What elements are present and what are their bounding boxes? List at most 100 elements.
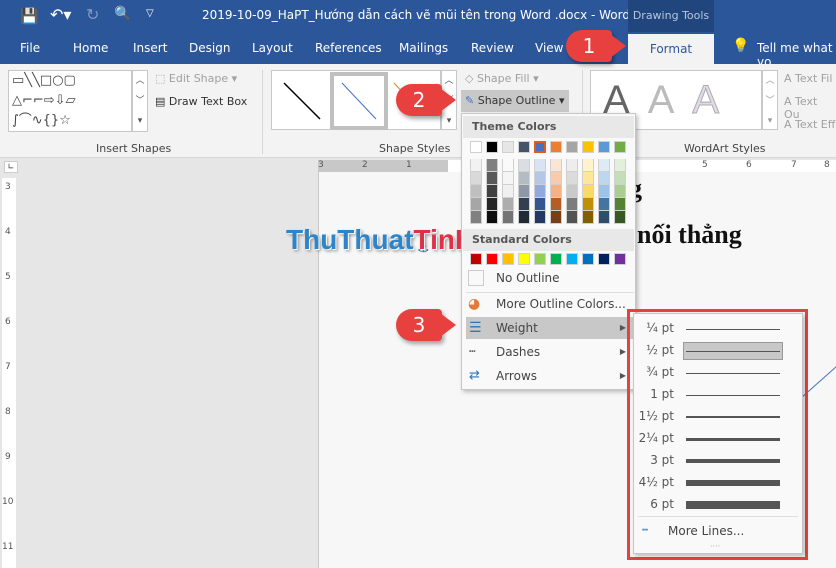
theme-shade-swatch[interactable]: [518, 185, 530, 198]
theme-shade-swatch[interactable]: [550, 159, 562, 172]
tab-format[interactable]: Format: [628, 34, 714, 64]
theme-shade-swatch[interactable]: [502, 159, 514, 172]
theme-shade-swatch[interactable]: [598, 211, 610, 224]
weight-option[interactable]: 3 pt: [634, 450, 804, 472]
theme-shade-swatch[interactable]: [614, 211, 626, 224]
theme-shade-swatch[interactable]: [614, 159, 626, 172]
shape-outline-button[interactable]: ✎ Shape Outline ▾: [461, 90, 569, 112]
theme-shade-swatch[interactable]: [566, 185, 578, 198]
theme-shade-swatch[interactable]: [534, 159, 546, 172]
theme-shade-swatch[interactable]: [486, 159, 498, 172]
theme-shade-swatch[interactable]: [518, 211, 530, 224]
theme-shade-swatch[interactable]: [614, 185, 626, 198]
more-lines-item[interactable]: ┅ More Lines...: [638, 520, 798, 542]
theme-color-swatch[interactable]: [614, 141, 626, 153]
draw-text-box-button[interactable]: ▤ Draw Text Box: [155, 95, 247, 108]
theme-shade-swatch[interactable]: [502, 172, 514, 185]
standard-color-swatch[interactable]: [582, 253, 594, 265]
theme-shade-swatch[interactable]: [614, 172, 626, 185]
text-fill-button[interactable]: A Text Fil: [784, 72, 832, 85]
theme-shade-swatch[interactable]: [598, 185, 610, 198]
weight-option[interactable]: 6 pt: [634, 494, 804, 516]
theme-shade-swatch[interactable]: [470, 172, 482, 185]
theme-shade-swatch[interactable]: [566, 159, 578, 172]
resize-grip[interactable]: ····: [710, 542, 720, 551]
standard-color-swatch[interactable]: [566, 253, 578, 265]
shapes-gallery[interactable]: ▭╲╲□○▢ △⌐⌐⇨⇩▱ ∫⌒∿{}☆: [8, 70, 132, 132]
shapes-gallery-scroll[interactable]: ︿ ﹀ ▾: [132, 70, 148, 132]
standard-color-swatch[interactable]: [502, 253, 514, 265]
standard-color-swatch[interactable]: [518, 253, 530, 265]
theme-shade-swatch[interactable]: [582, 198, 594, 211]
shape-fill-button[interactable]: ◇ Shape Fill ▾: [465, 72, 539, 85]
theme-shade-swatch[interactable]: [470, 211, 482, 224]
theme-shade-swatch[interactable]: [582, 211, 594, 224]
theme-shade-swatch[interactable]: [534, 198, 546, 211]
tab-home[interactable]: Home: [73, 41, 108, 55]
arrows-item[interactable]: ⇄ Arrows ▶: [466, 365, 634, 387]
customize-toolbar-icon[interactable]: ▽: [146, 8, 154, 19]
theme-shade-swatch[interactable]: [598, 159, 610, 172]
theme-color-swatch[interactable]: [518, 141, 530, 153]
theme-color-swatch[interactable]: [534, 141, 546, 153]
tab-references[interactable]: References: [315, 41, 382, 55]
theme-shade-swatch[interactable]: [502, 198, 514, 211]
theme-shade-swatch[interactable]: [470, 159, 482, 172]
theme-shade-swatch[interactable]: [566, 198, 578, 211]
theme-shade-swatch[interactable]: [534, 185, 546, 198]
theme-shade-swatch[interactable]: [598, 198, 610, 211]
theme-shade-swatch[interactable]: [614, 198, 626, 211]
theme-shade-swatch[interactable]: [486, 211, 498, 224]
text-effects-button[interactable]: A Text Eff: [784, 118, 835, 131]
theme-shade-swatch[interactable]: [518, 159, 530, 172]
theme-color-swatch[interactable]: [598, 141, 610, 153]
edit-shape-button[interactable]: ⬚ Edit Shape ▾: [155, 72, 237, 85]
tab-mailings[interactable]: Mailings: [399, 41, 448, 55]
print-preview-icon[interactable]: 🔍: [114, 6, 131, 22]
theme-shade-swatch[interactable]: [518, 172, 530, 185]
theme-shade-swatch[interactable]: [550, 198, 562, 211]
standard-color-swatch[interactable]: [486, 253, 498, 265]
weight-option[interactable]: 1½ pt: [634, 406, 804, 428]
theme-shade-swatch[interactable]: [582, 159, 594, 172]
theme-shade-swatch[interactable]: [550, 172, 562, 185]
theme-shade-swatch[interactable]: [598, 172, 610, 185]
standard-color-swatch[interactable]: [470, 253, 482, 265]
standard-color-swatch[interactable]: [550, 253, 562, 265]
weight-option[interactable]: ¼ pt: [634, 318, 804, 340]
theme-shade-swatch[interactable]: [502, 185, 514, 198]
theme-color-swatch[interactable]: [470, 141, 482, 153]
theme-shade-swatch[interactable]: [470, 198, 482, 211]
theme-shade-swatch[interactable]: [566, 172, 578, 185]
theme-shade-swatch[interactable]: [566, 211, 578, 224]
weight-item[interactable]: ☰ Weight ▶: [466, 317, 634, 339]
undo-icon[interactable]: ↶▾: [50, 5, 71, 24]
weight-option[interactable]: 4½ pt: [634, 472, 804, 494]
weight-option[interactable]: 1 pt: [634, 384, 804, 406]
theme-shade-swatch[interactable]: [502, 211, 514, 224]
standard-color-swatch[interactable]: [534, 253, 546, 265]
standard-color-swatch[interactable]: [598, 253, 610, 265]
weight-option[interactable]: ¾ pt: [634, 362, 804, 384]
theme-shade-swatch[interactable]: [534, 172, 546, 185]
save-icon[interactable]: 💾: [20, 7, 39, 25]
theme-shade-swatch[interactable]: [534, 211, 546, 224]
no-outline-item[interactable]: No Outline: [466, 267, 634, 289]
tab-layout[interactable]: Layout: [252, 41, 293, 55]
tab-selector[interactable]: ∟: [4, 161, 18, 173]
theme-shade-swatch[interactable]: [470, 185, 482, 198]
theme-color-swatch[interactable]: [566, 141, 578, 153]
weight-option[interactable]: ½ pt: [634, 340, 804, 362]
theme-shade-swatch[interactable]: [582, 172, 594, 185]
redo-icon[interactable]: ↻: [86, 5, 99, 24]
theme-shade-swatch[interactable]: [550, 185, 562, 198]
theme-color-swatch[interactable]: [550, 141, 562, 153]
theme-shade-swatch[interactable]: [582, 185, 594, 198]
tab-file[interactable]: File: [20, 41, 40, 55]
wordart-scroll[interactable]: ︿ ﹀ ▾: [762, 70, 778, 130]
more-outline-colors-item[interactable]: ◕ More Outline Colors...: [466, 293, 634, 315]
tab-view[interactable]: View: [535, 41, 563, 55]
tab-insert[interactable]: Insert: [133, 41, 167, 55]
dashes-item[interactable]: ┅ Dashes ▶: [466, 341, 634, 363]
tab-design[interactable]: Design: [189, 41, 230, 55]
